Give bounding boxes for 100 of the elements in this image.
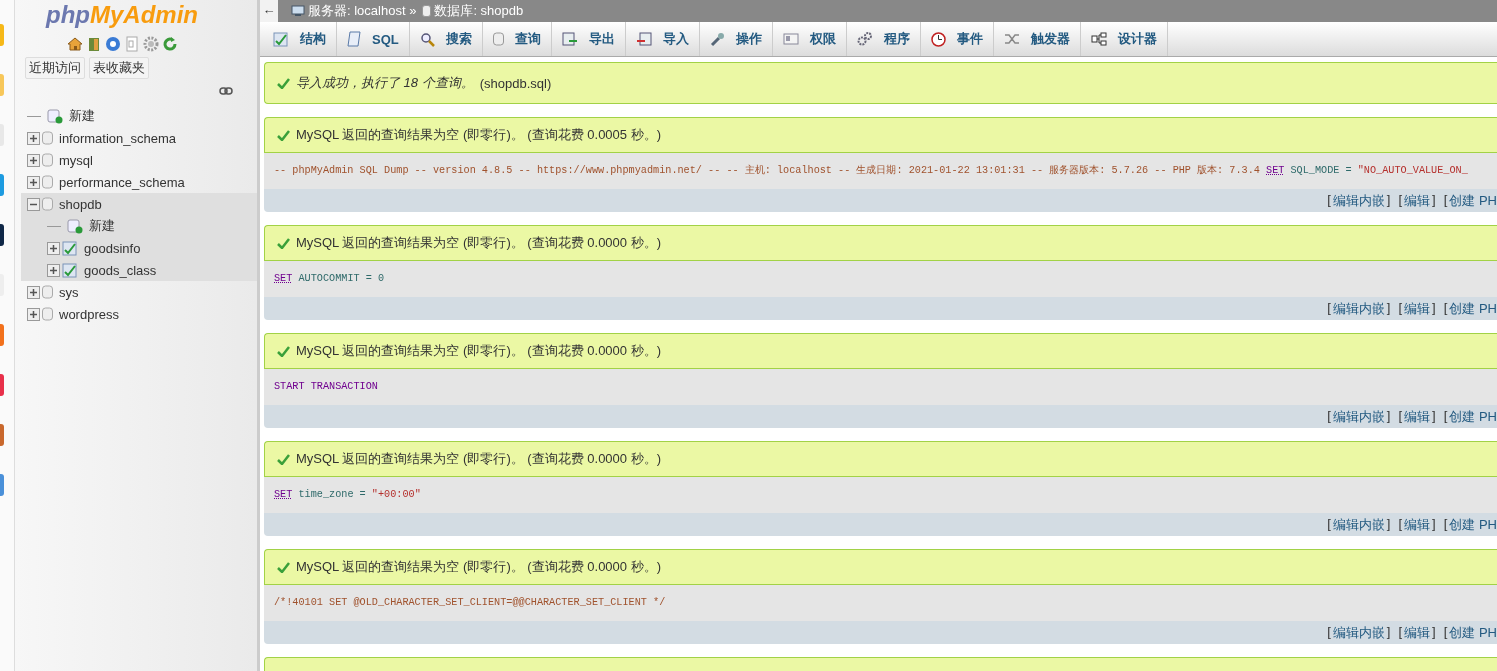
tree-item[interactable]: shopdb bbox=[59, 196, 102, 212]
link[interactable]: 编辑内嵌 bbox=[1332, 623, 1385, 642]
tree-item[interactable]: goods_class bbox=[84, 262, 157, 278]
database-icon bbox=[42, 197, 53, 211]
reload-icon[interactable] bbox=[161, 36, 178, 52]
database-icon bbox=[42, 285, 53, 299]
database-icon bbox=[42, 307, 53, 321]
message-text: MySQL 返回的查询结果为空 (即零行)。 (查询花费 0.0000 秒。) bbox=[296, 234, 661, 252]
sql-code: SET time_zone = "+00:00" bbox=[264, 477, 1497, 513]
tab[interactable]: 导出 bbox=[551, 22, 626, 56]
link[interactable]: 创建 PH bbox=[1449, 299, 1497, 318]
table-icon bbox=[62, 240, 78, 256]
tab[interactable]: 权限 bbox=[772, 22, 847, 56]
expand-icon[interactable] bbox=[47, 263, 60, 277]
bracket-text: ] bbox=[1385, 623, 1392, 641]
wrench-icon bbox=[709, 31, 725, 47]
bracket-text: [ bbox=[1442, 191, 1449, 209]
expand-icon[interactable] bbox=[27, 153, 40, 167]
bracket-text: [ bbox=[1442, 407, 1449, 425]
expand-icon[interactable] bbox=[27, 131, 40, 145]
tab[interactable]: SQL bbox=[337, 22, 410, 56]
link[interactable]: 编辑 bbox=[1404, 299, 1431, 318]
settings-icon[interactable] bbox=[142, 36, 159, 52]
tree-item[interactable]: wordpress bbox=[59, 306, 119, 322]
link[interactable]: 编辑内嵌 bbox=[1332, 299, 1385, 318]
breadcrumb-link[interactable]: 数据库: shopdb bbox=[434, 2, 524, 20]
link[interactable]: 创建 PH bbox=[1449, 191, 1497, 210]
app-icon[interactable] bbox=[0, 224, 4, 246]
export-icon bbox=[561, 32, 578, 46]
tree-row[interactable]: sys bbox=[21, 281, 257, 303]
nav-button[interactable]: 表收藏夹 bbox=[89, 57, 149, 79]
message-text: MySQL 返回的查询结果为空 (即零行)。 (查询花费 0.0000 秒。) bbox=[296, 342, 661, 360]
link[interactable]: 编辑内嵌 bbox=[1332, 191, 1385, 210]
tree-row[interactable]: goods_class bbox=[21, 259, 257, 281]
bracket-text: [ bbox=[1397, 623, 1404, 641]
bracket-text: [ bbox=[1397, 191, 1404, 209]
bracket-text: ] bbox=[1431, 299, 1437, 317]
sql-code: START TRANSACTION bbox=[264, 369, 1497, 405]
link[interactable]: 创建 PH bbox=[1449, 623, 1497, 642]
expand-icon[interactable] bbox=[27, 307, 40, 321]
link[interactable]: 编辑内嵌 bbox=[1332, 407, 1385, 426]
bracket-text: ] bbox=[1385, 407, 1392, 425]
tree-item[interactable]: performance_schema bbox=[59, 174, 185, 190]
tab[interactable]: 程序 bbox=[846, 22, 921, 56]
expand-icon[interactable] bbox=[47, 241, 60, 255]
bracket-text: [ bbox=[1326, 299, 1332, 317]
tree-item[interactable]: mysql bbox=[59, 152, 93, 168]
tab[interactable]: 结构 bbox=[263, 22, 337, 56]
logo-text[interactable]: phpMyAdmin bbox=[46, 0, 198, 30]
tab[interactable]: 搜索 bbox=[409, 22, 483, 56]
link[interactable]: 编辑 bbox=[1404, 407, 1431, 426]
tab[interactable]: 触发器 bbox=[993, 22, 1081, 56]
link[interactable]: 编辑 bbox=[1404, 515, 1431, 534]
tree-row[interactable]: information_schema bbox=[21, 127, 257, 149]
tree-row[interactable]: shopdb bbox=[21, 193, 257, 215]
bracket-text: [ bbox=[1442, 299, 1449, 317]
back-button[interactable]: ← bbox=[260, 0, 278, 22]
expand-icon[interactable] bbox=[27, 285, 40, 299]
home-icon[interactable] bbox=[66, 36, 83, 52]
tab[interactable]: 事件 bbox=[920, 22, 994, 56]
document-icon[interactable] bbox=[123, 36, 140, 52]
server-icon bbox=[291, 5, 305, 17]
bracket-text: [ bbox=[1442, 623, 1449, 641]
bracket-text: [ bbox=[1442, 515, 1449, 533]
tab[interactable]: 设计器 bbox=[1080, 22, 1168, 56]
link-icon[interactable] bbox=[219, 87, 233, 95]
tree-item[interactable]: 新建 bbox=[69, 107, 95, 125]
nav-button[interactable]: 近期访问 bbox=[25, 57, 85, 79]
breadcrumb-link[interactable]: 服务器: localhost » bbox=[308, 2, 417, 20]
link[interactable]: 创建 PH bbox=[1449, 515, 1497, 534]
tab[interactable]: 操作 bbox=[699, 22, 773, 56]
database-icon bbox=[492, 32, 504, 46]
document-icon bbox=[347, 31, 361, 47]
link[interactable]: 编辑 bbox=[1404, 191, 1431, 210]
new-item-icon bbox=[67, 218, 83, 234]
collapse-icon[interactable] bbox=[27, 197, 40, 211]
tree-row[interactable]: 新建 bbox=[21, 105, 257, 127]
tree-item[interactable]: information_schema bbox=[59, 130, 177, 146]
help-icon[interactable] bbox=[104, 36, 121, 52]
tab[interactable]: 查询 bbox=[482, 22, 552, 56]
link[interactable]: 创建 PH bbox=[1449, 407, 1497, 426]
tree-row[interactable]: wordpress bbox=[21, 303, 257, 325]
checkmark-icon bbox=[277, 129, 290, 141]
tree-row[interactable]: mysql bbox=[21, 149, 257, 171]
tree-item[interactable]: goodsinfo bbox=[84, 240, 141, 256]
table-icon bbox=[273, 31, 289, 47]
expand-icon[interactable] bbox=[27, 175, 40, 189]
diagram-icon bbox=[1090, 32, 1107, 46]
sql-code: /*!40101 SET @OLD_CHARACTER_SET_CLIENT=@@CHARACTER_SET_CLIENT */ bbox=[264, 585, 1497, 621]
tree-item[interactable]: 新建 bbox=[89, 217, 115, 235]
tree-row[interactable]: goodsinfo bbox=[21, 237, 257, 259]
tree-row[interactable]: 新建 bbox=[21, 215, 257, 237]
tab[interactable]: 导入 bbox=[625, 22, 700, 56]
link[interactable]: 编辑 bbox=[1404, 623, 1431, 642]
tree-item[interactable]: sys bbox=[59, 284, 79, 300]
tree-row[interactable]: performance_schema bbox=[21, 171, 257, 193]
link[interactable]: 编辑内嵌 bbox=[1332, 515, 1385, 534]
bracket-text: ] bbox=[1385, 191, 1392, 209]
file-name: (shopdb.sql) bbox=[479, 75, 552, 91]
bracket-text: [ bbox=[1397, 407, 1404, 425]
